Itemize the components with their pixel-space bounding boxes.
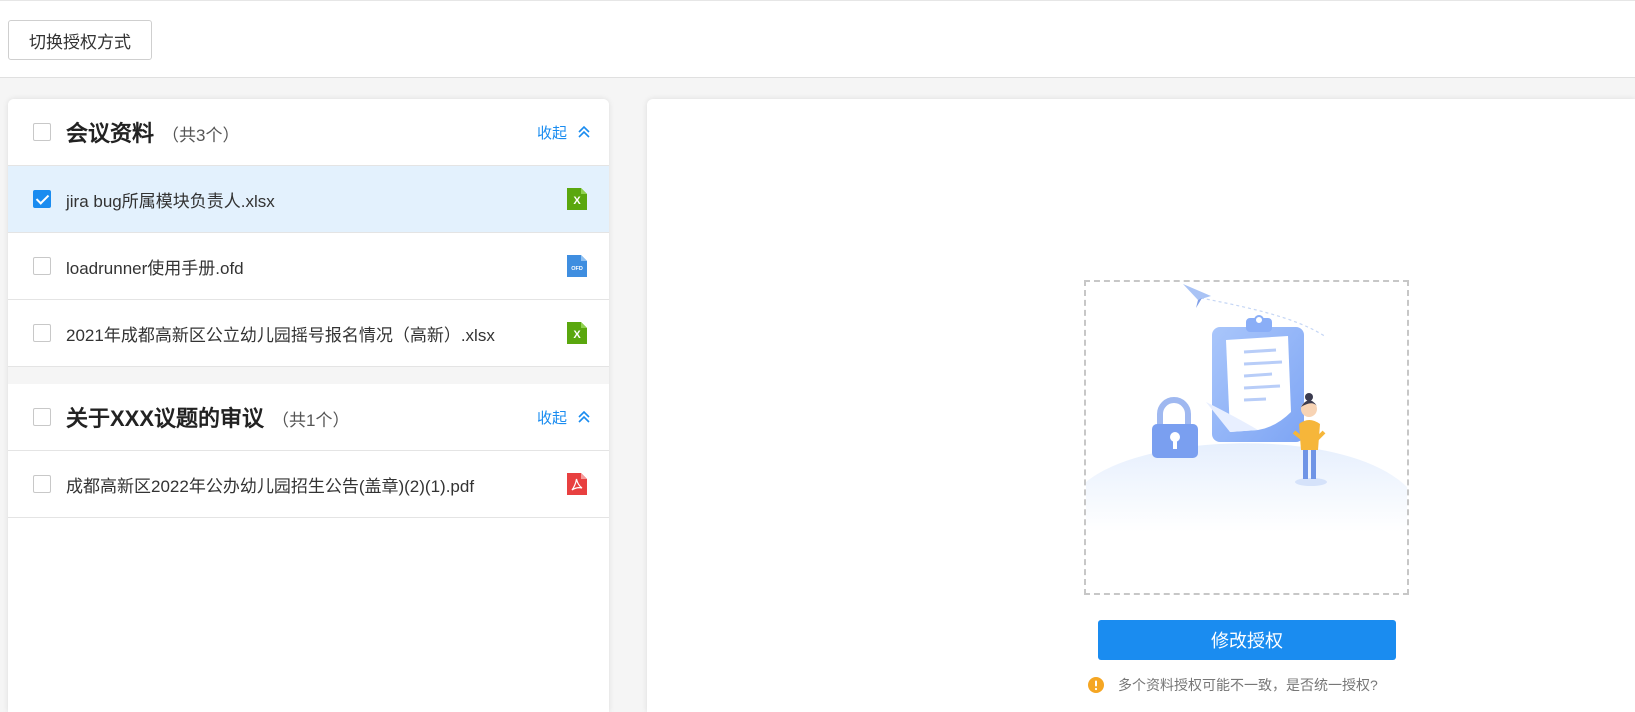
- top-toolbar: 切换授权方式: [0, 0, 1635, 78]
- group-header: 会议资料 （共3个） 收起: [8, 99, 609, 166]
- file-row[interactable]: loadrunner使用手册.ofd OFD: [8, 233, 609, 300]
- file-checkbox[interactable]: [33, 257, 51, 275]
- file-name: loadrunner使用手册.ofd: [66, 258, 244, 278]
- modify-authorization-button[interactable]: 修改授权: [1098, 620, 1396, 660]
- xlsx-file-icon: X: [567, 188, 587, 210]
- warning-icon: [1088, 677, 1104, 693]
- svg-text:X: X: [573, 329, 581, 341]
- file-group: 会议资料 （共3个） 收起 jira bug所属模块负责人.xlsx X load…: [8, 99, 609, 367]
- file-row[interactable]: 2021年成都高新区公立幼儿园摇号报名情况（高新）.xlsx X: [8, 300, 609, 367]
- switch-auth-method-button[interactable]: 切换授权方式: [8, 20, 152, 60]
- file-row[interactable]: 成都高新区2022年公办幼儿园招生公告(盖章)(2)(1).pdf: [8, 451, 609, 518]
- group-select-all-checkbox[interactable]: [33, 408, 51, 426]
- group-title: 关于XXX议题的审议 （共1个）: [66, 406, 350, 431]
- file-checkbox[interactable]: [33, 324, 51, 342]
- file-name: 2021年成都高新区公立幼儿园摇号报名情况（高新）.xlsx: [66, 325, 495, 345]
- file-row[interactable]: jira bug所属模块负责人.xlsx X: [8, 166, 609, 233]
- pdf-file-icon: [567, 473, 587, 495]
- svg-text:X: X: [573, 195, 581, 207]
- collapse-label: 收起: [536, 124, 567, 142]
- group-divider: [8, 367, 609, 384]
- file-checkbox[interactable]: [33, 475, 51, 493]
- authorization-panel: 修改授权 多个资料授权可能不一致，是否统一授权?: [647, 99, 1635, 712]
- group-count: （共3个）: [162, 126, 240, 145]
- file-name: 成都高新区2022年公办幼儿园招生公告(盖章)(2)(1).pdf: [66, 476, 475, 496]
- authorization-hint: 多个资料授权可能不一致，是否统一授权?: [1088, 675, 1378, 695]
- double-chevron-up-icon: [578, 410, 590, 423]
- clipboard-lock-illustration: [1086, 284, 1407, 532]
- group-title: 会议资料 （共3个）: [66, 121, 240, 146]
- double-chevron-up-icon: [578, 125, 590, 138]
- group-count: （共1个）: [272, 411, 350, 430]
- svg-text:OFD: OFD: [571, 266, 583, 272]
- file-list-panel: 会议资料 （共3个） 收起 jira bug所属模块负责人.xlsx X load…: [8, 99, 609, 712]
- collapse-toggle[interactable]: 收起: [537, 122, 591, 143]
- group-select-all-checkbox[interactable]: [33, 123, 51, 141]
- collapse-label: 收起: [536, 409, 567, 427]
- xlsx-file-icon: X: [567, 322, 587, 344]
- file-group: 关于XXX议题的审议 （共1个） 收起 成都高新区2022年公办幼儿园招生公告(盖…: [8, 384, 609, 518]
- hint-text: 多个资料授权可能不一致，是否统一授权?: [1118, 677, 1378, 693]
- file-checkbox[interactable]: [33, 190, 51, 208]
- group-header: 关于XXX议题的审议 （共1个） 收起: [8, 384, 609, 451]
- authorization-illustration: [1084, 280, 1409, 595]
- collapse-toggle[interactable]: 收起: [537, 407, 591, 428]
- ofd-file-icon: OFD: [567, 255, 587, 277]
- file-name: jira bug所属模块负责人.xlsx: [66, 191, 275, 211]
